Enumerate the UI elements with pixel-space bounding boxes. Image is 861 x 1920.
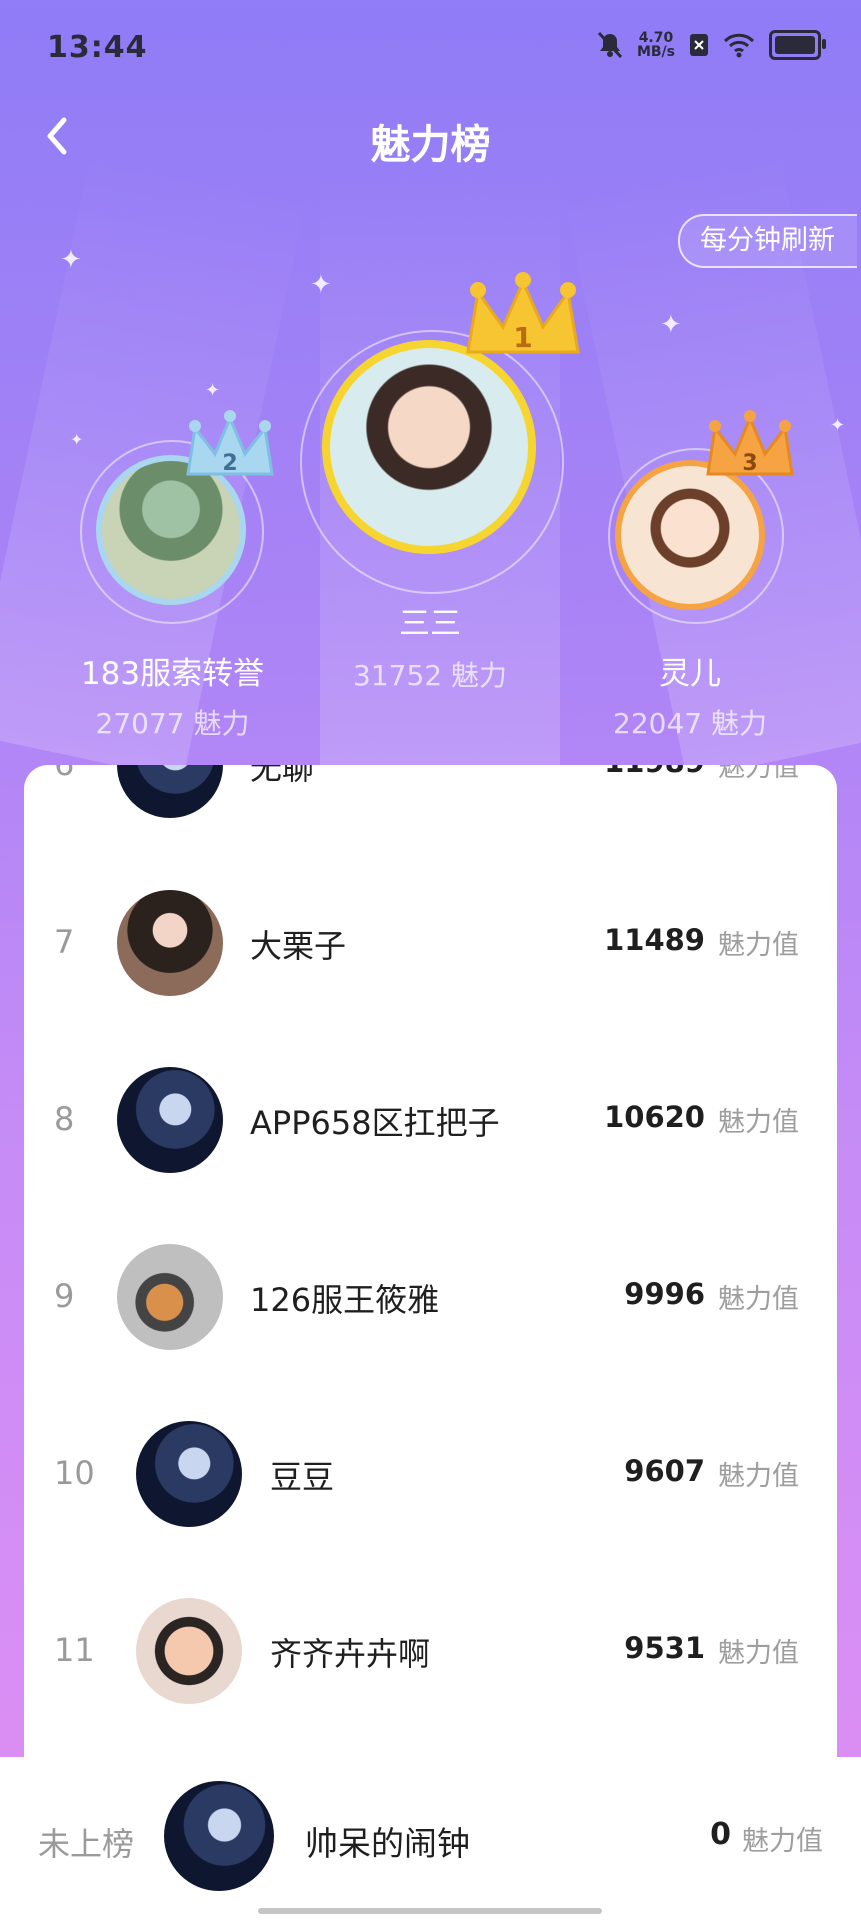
my-user-name: 帅呆的闹钟 [305, 1824, 470, 1863]
rank-list[interactable]: 6 无聊 11989 魅力值 7 大栗子 11489 魅力值 8 APP658区… [24, 765, 837, 1765]
avatar [136, 1421, 242, 1527]
charm-unit: 魅力值 [718, 1107, 799, 1138]
rank-number: 8 [54, 1100, 75, 1138]
network-speed-unit: MB/s [636, 44, 675, 60]
charm-score: 11489 [604, 923, 705, 957]
rank-number: 6 [54, 765, 114, 783]
my-rank-label: 未上榜 [38, 1825, 135, 1863]
list-item[interactable]: 10 豆豆 9607 魅力值 [24, 1414, 837, 1534]
crown-rank-label: 3 [742, 451, 757, 476]
podium-value: 27077 魅力 [95, 707, 250, 740]
avatar [117, 765, 223, 818]
sparkle-icon: ✦ [830, 415, 846, 436]
podium-value: 31752 魅力 [353, 659, 507, 692]
crown-rank-label: 1 [513, 321, 532, 354]
charm-score: 9531 [624, 1631, 705, 1665]
charm-unit: 魅力值 [718, 1461, 799, 1492]
rank-number: 11 [54, 1631, 95, 1669]
bell-off-icon [597, 31, 623, 59]
user-name: APP658区扛把子 [250, 1104, 500, 1142]
rank-number: 9 [54, 1277, 75, 1315]
my-charm-unit: 魅力值 [742, 1826, 823, 1857]
status-icons: 4.70 MB/s [597, 30, 826, 60]
avatar [117, 1244, 223, 1350]
crown-bronze-icon: 3 [706, 410, 794, 476]
avatar [322, 340, 536, 554]
home-indicator[interactable] [258, 1908, 602, 1914]
user-name: 无聊 [250, 765, 315, 787]
charm-score: 9607 [624, 1454, 705, 1488]
charm-score: 9996 [624, 1277, 705, 1311]
sparkle-icon: ✦ [310, 270, 332, 300]
charm-unit: 魅力值 [718, 1284, 799, 1315]
rank-number: 10 [54, 1454, 95, 1492]
user-name: 126服王筱雅 [250, 1281, 440, 1319]
podium-name: 183服索转誉 [80, 656, 265, 692]
list-item[interactable]: 9 126服王筱雅 9996 魅力值 [24, 1237, 837, 1357]
sparkle-icon: ✦ [660, 310, 682, 340]
sparkle-icon: ✦ [60, 245, 82, 275]
charm-score: 11989 [604, 765, 705, 779]
user-name: 齐齐卉卉啊 [270, 1635, 431, 1673]
battery-fill [775, 36, 815, 54]
charm-unit: 魅力值 [718, 930, 799, 961]
wifi-icon [723, 33, 755, 58]
user-name: 豆豆 [270, 1458, 335, 1496]
battery-icon [769, 30, 826, 60]
avatar [117, 1067, 223, 1173]
charm-unit: 魅力值 [718, 765, 799, 783]
my-charm-score: 0 [710, 1817, 731, 1852]
sparkle-icon: ✦ [205, 380, 221, 401]
avatar [164, 1781, 274, 1891]
list-item[interactable]: 7 大栗子 11489 魅力值 [24, 883, 837, 1003]
sparkle-icon: ✦ [70, 430, 84, 449]
my-rank-bar[interactable]: 未上榜 帅呆的闹钟 0 魅力值 [0, 1757, 861, 1920]
network-speed-value: 4.70 [638, 30, 674, 46]
status-time: 13:44 [47, 30, 148, 65]
status-bar: 13:44 4.70 MB/s [0, 0, 861, 100]
list-item[interactable]: 6 无聊 11989 魅力值 [24, 765, 837, 825]
podium-name: 灵儿 [659, 656, 721, 692]
list-item[interactable]: 11 齐齐卉卉啊 9531 魅力值 [24, 1591, 837, 1711]
podium-name: 三三 [399, 606, 461, 642]
charm-unit: 魅力值 [718, 1638, 799, 1669]
crown-silver-icon: 2 [186, 410, 274, 476]
crown-gold-icon: 1 [466, 272, 580, 354]
rank-number: 7 [54, 923, 75, 961]
network-speed: 4.70 MB/s [637, 31, 675, 59]
podium-value: 22047 魅力 [613, 707, 767, 740]
crown-rank-label: 2 [222, 451, 237, 476]
avatar [117, 890, 223, 996]
sim-icon [690, 34, 708, 56]
user-name: 大栗子 [250, 927, 347, 965]
charm-score: 10620 [604, 1100, 705, 1134]
avatar [136, 1598, 242, 1704]
list-item[interactable]: 8 APP658区扛把子 10620 魅力值 [24, 1060, 837, 1180]
